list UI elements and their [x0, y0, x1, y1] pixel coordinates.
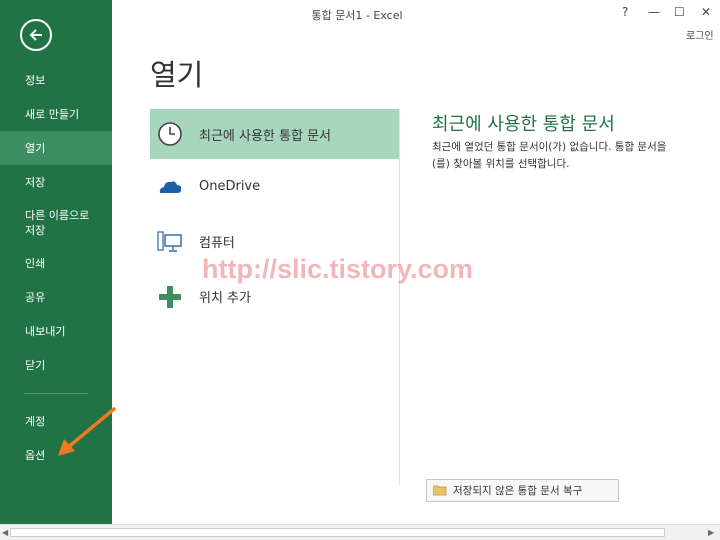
cloud-icon: [159, 180, 182, 193]
horizontal-scrollbar[interactable]: ◀ ▶: [0, 524, 720, 540]
sidebar-item-label: 옵션: [25, 449, 46, 462]
sidebar-item-save[interactable]: 저장: [0, 165, 112, 199]
clock-icon: [158, 122, 182, 146]
sidebar-item-open[interactable]: 열기: [0, 131, 112, 165]
maximize-button[interactable]: ☐: [674, 5, 685, 19]
scroll-right-icon[interactable]: ▶: [708, 528, 714, 537]
scrollbar-thumb[interactable]: [10, 528, 665, 537]
pane-divider: [399, 109, 400, 485]
sidebar-item-close[interactable]: 닫기: [0, 348, 112, 382]
sidebar-item-label: 계정: [25, 415, 46, 428]
recent-empty-message-line: (를) 찾아볼 위치를 선택합니다.: [432, 158, 570, 170]
sidebar-item-print[interactable]: 인쇄: [0, 246, 112, 280]
sidebar-item-share[interactable]: 공유: [0, 280, 112, 314]
sidebar-divider: [24, 393, 88, 394]
sidebar-item-label: 정보: [25, 74, 46, 87]
sidebar-item-label: 닫기: [25, 359, 46, 372]
back-button[interactable]: [20, 19, 52, 51]
recent-empty-message-line: 최근에 열었던 통합 문서이(가) 없습니다. 통합 문서을: [432, 141, 667, 153]
sidebar-item-save-as[interactable]: 다른 이름으로 저장: [0, 199, 112, 246]
recent-workbooks-heading: 최근에 사용한 통합 문서: [432, 114, 615, 135]
window-title: 통합 문서1 - Excel: [311, 9, 403, 22]
place-label: 컴퓨터: [199, 236, 235, 251]
open-places-list: 최근에 사용한 통합 문서 OneDrive 컴퓨터 위치 추가: [150, 109, 400, 324]
place-label: 최근에 사용한 통합 문서: [199, 128, 331, 144]
page-title: 열기: [150, 58, 204, 92]
sidebar-item-label: 새로 만들기: [25, 108, 80, 121]
place-label: OneDrive: [199, 179, 261, 194]
recent-empty-message: 최근에 열었던 통합 문서이(가) 없습니다. 통합 문서을 (를) 찾아볼 위…: [432, 139, 720, 173]
annotation-arrow-icon: [58, 407, 116, 456]
folder-icon: [433, 485, 447, 496]
sidebar-nav: 정보 새로 만들기 열기 저장 다른 이름으로 저장 인쇄 공유 내보내기 닫기: [0, 63, 112, 382]
place-label: 위치 추가: [199, 291, 251, 306]
place-recent-workbooks[interactable]: 최근에 사용한 통합 문서: [150, 109, 400, 159]
recover-unsaved-workbooks-button[interactable]: 저장되지 않은 통합 문서 복구: [426, 479, 619, 502]
sidebar-item-label: 저장: [25, 176, 46, 189]
sidebar-item-export[interactable]: 내보내기: [0, 314, 112, 348]
login-link[interactable]: 로그인: [686, 27, 714, 42]
sidebar-item-new[interactable]: 새로 만들기: [0, 97, 112, 131]
sidebar-item-label: 다른 이름으로 저장: [25, 208, 90, 237]
computer-icon: [157, 230, 182, 252]
sidebar-item-label: 내보내기: [25, 325, 66, 338]
watermark-text: http://slic.tistory.com: [202, 254, 474, 284]
back-arrow-icon: [29, 29, 42, 41]
close-button[interactable]: ✕: [701, 5, 711, 19]
scroll-left-icon[interactable]: ◀: [2, 528, 8, 537]
help-button[interactable]: ?: [622, 5, 628, 19]
sidebar-item-label: 열기: [25, 142, 46, 155]
minimize-button[interactable]: —: [648, 5, 660, 19]
place-onedrive[interactable]: OneDrive: [150, 159, 400, 214]
recover-button-label: 저장되지 않은 통합 문서 복구: [453, 485, 583, 497]
plus-icon: [159, 285, 181, 308]
sidebar-item-label: 공유: [25, 291, 46, 304]
sidebar-item-label: 인쇄: [25, 257, 46, 270]
sidebar-item-info[interactable]: 정보: [0, 63, 112, 97]
